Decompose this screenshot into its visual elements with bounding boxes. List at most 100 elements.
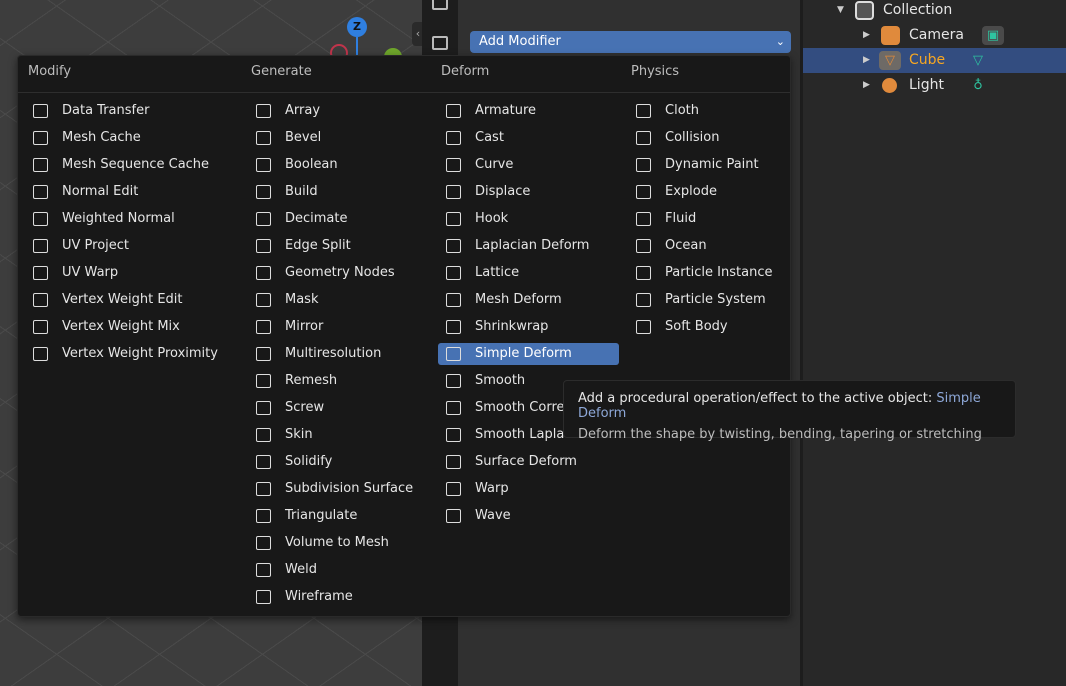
menu-item-vertex-weight-proximity[interactable]: Vertex Weight Proximity [25,343,225,365]
menu-item-label: Mask [285,292,319,307]
menu-item-collision[interactable]: Collision [628,127,828,149]
menu-item-label: UV Warp [62,265,119,280]
menu-item-bevel[interactable]: Bevel [248,127,448,149]
outliner: ▼ Collection ▶ Camera ▣ ▶ ▽ Cube ▽ ▶ Lig… [803,0,1066,686]
menu-item-weld[interactable]: Weld [248,559,448,581]
menu-item-label: Remesh [285,373,338,388]
menu-item-build[interactable]: Build [248,181,448,203]
collapse-triangle-icon[interactable]: ▼ [837,0,844,23]
menu-item-decimate[interactable]: Decimate [248,208,448,230]
menu-item-label: Smooth [475,373,526,388]
menu-item-cloth[interactable]: Cloth [628,100,828,122]
menu-item-solidify[interactable]: Solidify [248,451,448,473]
menu-item-lattice[interactable]: Lattice [438,262,619,284]
menu-item-displace[interactable]: Displace [438,181,619,203]
menu-item-shrinkwrap[interactable]: Shrinkwrap [438,316,619,338]
menu-item-surface-deform[interactable]: Surface Deform [438,451,619,473]
shrinkwrap-icon [446,320,461,334]
menu-item-label: Cloth [665,103,699,118]
render-tab-icon[interactable] [432,36,448,50]
menu-item-label: Surface Deform [475,454,577,469]
menu-item-warp[interactable]: Warp [438,478,619,500]
armature-icon [446,104,461,118]
curve-icon [446,158,461,172]
light-data-icon[interactable]: ♁ [967,76,989,95]
uv-warp-icon [33,266,48,280]
menu-item-particle-instance[interactable]: Particle Instance [628,262,828,284]
menu-item-particle-system[interactable]: Particle System [628,289,828,311]
menu-item-label: Boolean [285,157,338,172]
menu-item-mesh-cache[interactable]: Mesh Cache [25,127,225,149]
menu-item-skin[interactable]: Skin [248,424,448,446]
expand-triangle-icon[interactable]: ▶ [863,48,870,73]
menu-item-label: Curve [475,157,514,172]
menu-item-array[interactable]: Array [248,100,448,122]
hook-icon [446,212,461,226]
wave-icon [446,509,461,523]
menu-item-explode[interactable]: Explode [628,181,828,203]
menu-item-wireframe[interactable]: Wireframe [248,586,448,608]
edge-split-icon [256,239,271,253]
menu-item-cast[interactable]: Cast [438,127,619,149]
menu-item-data-transfer[interactable]: Data Transfer [25,100,225,122]
menu-item-mesh-sequence-cache[interactable]: Mesh Sequence Cache [25,154,225,176]
menu-item-label: Wireframe [285,589,353,604]
menu-item-laplacian-deform[interactable]: Laplacian Deform [438,235,619,257]
menu-item-boolean[interactable]: Boolean [248,154,448,176]
menu-item-hook[interactable]: Hook [438,208,619,230]
menu-item-simple-deform[interactable]: Simple Deform [438,343,619,365]
menu-item-label: Skin [285,427,313,442]
menu-item-mask[interactable]: Mask [248,289,448,311]
menu-item-label: Lattice [475,265,520,280]
menu-item-wave[interactable]: Wave [438,505,619,527]
mask-icon [256,293,271,307]
add-modifier-button[interactable]: Add Modifier ⌄ [470,31,791,53]
outliner-row-light[interactable]: ▶ Light ♁ [803,73,1066,98]
menu-item-multiresolution[interactable]: Multiresolution [248,343,448,365]
menu-item-subdivision-surface[interactable]: Subdivision Surface [248,478,448,500]
menu-item-geometry-nodes[interactable]: Geometry Nodes [248,262,448,284]
solidify-icon [256,455,271,469]
surface-deform-icon [446,455,461,469]
menu-item-mirror[interactable]: Mirror [248,316,448,338]
subdivision-surface-icon [256,482,271,496]
menu-item-curve[interactable]: Curve [438,154,619,176]
menu-item-uv-project[interactable]: UV Project [25,235,225,257]
camera-icon [881,26,900,45]
tool-tab-icon[interactable] [432,0,448,10]
menu-item-uv-warp[interactable]: UV Warp [25,262,225,284]
column-header-modify: Modify [28,64,72,79]
skin-icon [256,428,271,442]
outliner-row-cube[interactable]: ▶ ▽ Cube ▽ [803,48,1066,73]
expand-triangle-icon[interactable]: ▶ [863,73,870,98]
menu-item-label: Shrinkwrap [475,319,549,334]
menu-item-label: Geometry Nodes [285,265,395,280]
outliner-row-camera[interactable]: ▶ Camera ▣ [803,23,1066,48]
menu-item-dynamic-paint[interactable]: Dynamic Paint [628,154,828,176]
menu-item-mesh-deform[interactable]: Mesh Deform [438,289,619,311]
menu-item-vertex-weight-mix[interactable]: Vertex Weight Mix [25,316,225,338]
menu-item-armature[interactable]: Armature [438,100,619,122]
menu-item-label: Laplacian Deform [475,238,590,253]
outliner-row-collection[interactable]: ▼ Collection [803,0,1066,23]
camera-data-icon[interactable]: ▣ [982,26,1004,45]
particle-system-icon [636,293,651,307]
menu-item-remesh[interactable]: Remesh [248,370,448,392]
expand-triangle-icon[interactable]: ▶ [863,23,870,48]
menu-item-vertex-weight-edit[interactable]: Vertex Weight Edit [25,289,225,311]
menu-item-edge-split[interactable]: Edge Split [248,235,448,257]
menu-item-label: Vertex Weight Edit [62,292,183,307]
menu-item-screw[interactable]: Screw [248,397,448,419]
menu-item-ocean[interactable]: Ocean [628,235,828,257]
menu-item-label: Data Transfer [62,103,150,118]
menu-item-volume-to-mesh[interactable]: Volume to Mesh [248,532,448,554]
menu-item-triangulate[interactable]: Triangulate [248,505,448,527]
mesh-data-icon[interactable]: ▽ [967,51,989,70]
menu-item-weighted-normal[interactable]: Weighted Normal [25,208,225,230]
menu-item-soft-body[interactable]: Soft Body [628,316,828,338]
gizmo-z-button[interactable]: Z [347,17,367,37]
mirror-icon [256,320,271,334]
menu-item-label: Armature [475,103,537,118]
menu-item-normal-edit[interactable]: Normal Edit [25,181,225,203]
menu-item-fluid[interactable]: Fluid [628,208,828,230]
